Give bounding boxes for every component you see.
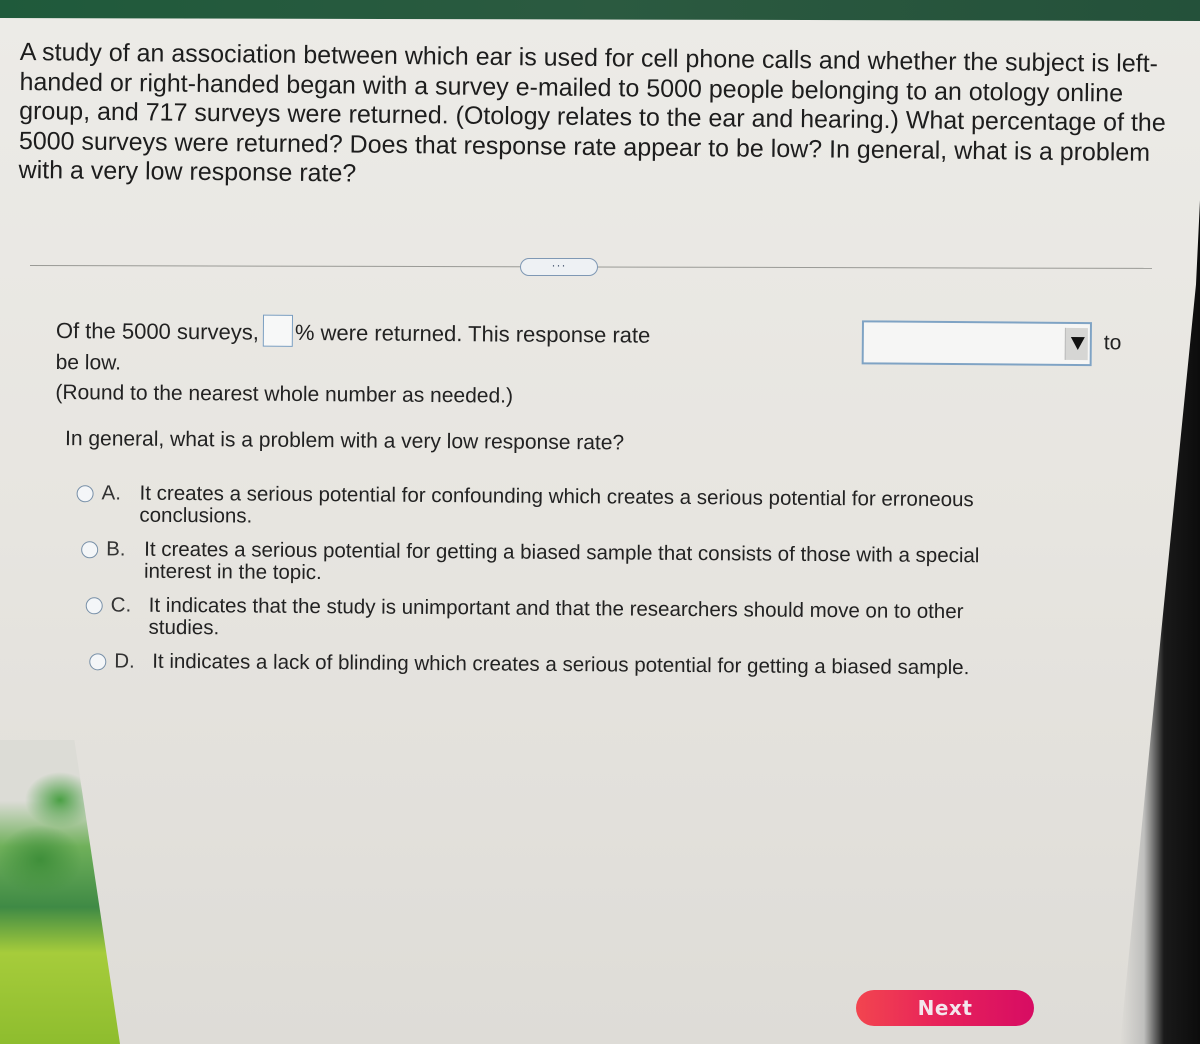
- percent-input[interactable]: [262, 314, 294, 348]
- question-text: A study of an association between which …: [18, 38, 1166, 188]
- options-list: A. It creates a serious potential for co…: [75, 481, 1154, 680]
- option-c[interactable]: C. It indicates that the study is unimpo…: [85, 593, 1153, 646]
- option-letter: D.: [114, 649, 135, 673]
- answer-block: Of the 5000 surveys, % were returned. Thi…: [53, 314, 1156, 693]
- option-b[interactable]: B. It creates a serious potential for ge…: [81, 537, 1154, 590]
- radio-button[interactable]: [89, 653, 107, 671]
- option-letter: C.: [110, 593, 132, 617]
- radio-button[interactable]: [85, 597, 103, 615]
- radio-button[interactable]: [76, 485, 94, 503]
- option-text: It indicates that the study is unimporta…: [148, 593, 964, 640]
- mc-question: In general, what is a problem with a ver…: [64, 427, 625, 455]
- answer-after-select: to: [1103, 331, 1122, 355]
- response-rate-select[interactable]: [861, 320, 1092, 367]
- option-text: It indicates a lack of blinding which cr…: [152, 649, 970, 680]
- radio-button[interactable]: [81, 541, 99, 559]
- ellipsis-icon: ···: [551, 258, 567, 272]
- option-d[interactable]: D. It indicates a lack of blinding which…: [89, 649, 1153, 680]
- option-letter: B.: [106, 537, 126, 561]
- option-letter: A.: [101, 481, 122, 505]
- next-button[interactable]: Next: [856, 990, 1034, 1026]
- dropdown-button[interactable]: [1064, 327, 1088, 361]
- option-a[interactable]: A. It creates a serious potential for co…: [76, 481, 1154, 534]
- more-button[interactable]: ···: [520, 258, 598, 276]
- answer-prefix: Of the 5000 surveys,: [55, 317, 259, 345]
- caret-down-icon: [1070, 336, 1085, 351]
- option-text: It creates a serious potential for confo…: [139, 481, 974, 528]
- option-text: It creates a serious potential for getti…: [143, 537, 980, 585]
- round-note: (Round to the nearest whole number as ne…: [55, 380, 514, 408]
- answer-mid-text: % were returned. This response rate: [294, 319, 651, 348]
